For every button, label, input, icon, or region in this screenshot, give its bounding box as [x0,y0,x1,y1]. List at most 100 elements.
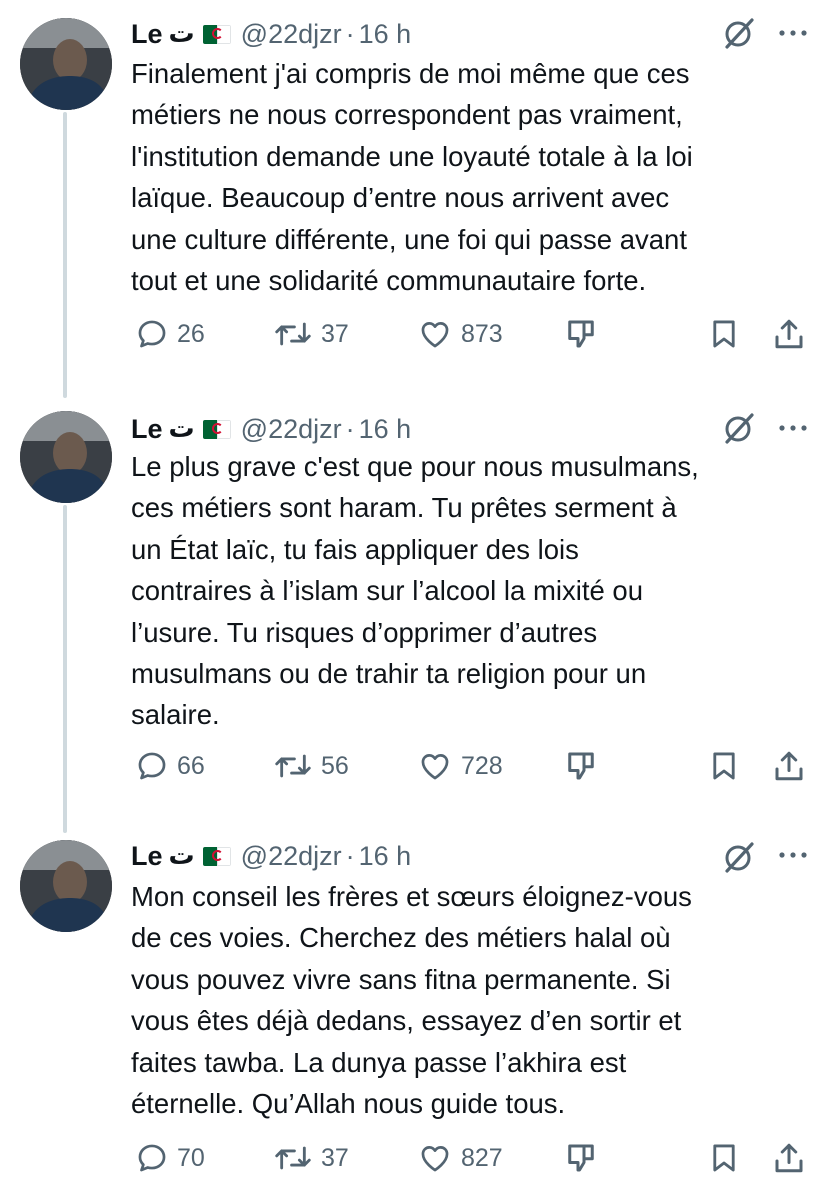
tweet-text-line: l’usure. Tu risques d’opprimer d’autres [131,616,598,648]
repost-icon [275,1146,311,1170]
separator: · [345,413,355,444]
author-name[interactable]: Le [131,414,163,445]
tweet-text-line: vous pouvez vivre sans fitna permanente.… [131,963,671,995]
tweet-text-line: Mon conseil les frères et sœurs éloignez… [131,881,692,912]
action-bar: 66 56 728 [131,746,831,786]
avatar[interactable] [20,411,112,503]
repost-button[interactable]: 37 [273,1138,349,1178]
like-button[interactable]: 728 [417,746,503,786]
like-count: 873 [461,319,503,348]
stats-button[interactable] [563,1138,599,1178]
author-name-arabic[interactable]: ت [169,841,195,871]
tweet-text-line: un État laïc, tu fais appliquer des lois [131,533,579,565]
reply-count: 70 [177,1143,205,1172]
bookmark-button[interactable] [707,1138,741,1178]
reply-icon [138,1144,166,1172]
reply-button[interactable]: 70 [135,1138,205,1178]
tweet-text-line: une culture différente, une foi qui pass… [131,223,687,255]
grok-icon[interactable] [722,16,756,50]
reply-count: 26 [177,319,205,348]
like-count: 728 [461,751,503,780]
like-count: 827 [461,1143,503,1172]
repost-button[interactable]: 37 [273,314,349,354]
stats-icon [568,320,594,348]
reply-button[interactable]: 26 [135,314,205,354]
tweet[interactable]: Le ت @22djzr · 16 h Le plus grave c'est … [0,395,831,830]
algeria-flag-icon [202,24,231,44]
bookmark-icon [713,752,735,780]
algeria-flag-icon [202,419,231,439]
timestamp[interactable]: 16 h [359,19,412,50]
author-name[interactable]: Le [131,19,163,50]
stats-icon [568,1144,594,1172]
author-name-arabic[interactable]: ت [169,19,195,49]
more-icon[interactable] [775,413,811,443]
tweet[interactable]: Le ت @22djzr · 16 h Finalement j'ai comp… [0,0,831,395]
repost-icon [275,754,311,778]
tweet-text-line: métiers ne nous correspondent pas vraime… [131,99,683,131]
separator: · [345,840,355,871]
avatar[interactable] [20,840,112,932]
timestamp[interactable]: 16 h [359,841,412,872]
reply-icon [138,752,166,780]
bookmark-icon [713,1144,735,1172]
share-button[interactable] [771,1138,807,1178]
tweet-text-line: l'institution demande une loyauté totale… [131,140,693,172]
author-handle[interactable]: @22djzr [241,414,342,445]
like-button[interactable]: 873 [417,314,503,354]
tweet-text-line: musulmans ou de trahir ta religion pour … [131,658,647,690]
tweet-text-line: ces métiers sont haram. Tu prêtes sermen… [131,492,677,524]
share-button[interactable] [771,314,807,354]
repost-count: 37 [321,319,349,348]
repost-button[interactable]: 56 [273,746,349,786]
reply-count: 66 [177,751,205,780]
repost-count: 37 [321,1143,349,1172]
more-icon[interactable] [775,840,811,870]
timestamp[interactable]: 16 h [359,414,412,445]
action-bar: 70 37 827 [131,1138,831,1178]
like-icon [421,322,449,348]
tweet-text-line: vous êtes déjà dedans, essayez d’en sort… [131,1005,682,1037]
repost-count: 56 [321,751,349,780]
algeria-flag-icon [202,846,231,866]
tweet-text-line: Le plus grave c'est que pour nous musulm… [131,451,699,482]
share-button[interactable] [771,746,807,786]
tweet-text-line: de ces voies. Cherchez des métiers halal… [131,922,671,954]
tweet-text-line: salaire. [131,699,220,731]
bookmark-icon [713,320,735,348]
more-icon[interactable] [775,18,811,48]
share-icon [775,751,803,781]
author-name[interactable]: Le [131,841,163,872]
stats-button[interactable] [563,746,599,786]
tweet-text-line: contraires à l’islam sur l’alcool la mix… [131,575,643,607]
tweet-text-line: tout et une solidarité communautaire for… [131,265,647,297]
repost-icon [275,322,311,346]
stats-icon [568,752,594,780]
like-icon [421,1146,449,1172]
avatar[interactable] [20,18,112,110]
tweet-text-line: Finalement j'ai compris de moi même que … [131,58,690,89]
grok-icon[interactable] [722,840,756,874]
tweet-text-line: faites tawba. La dunya passe l’akhira es… [131,1046,627,1078]
stats-button[interactable] [563,314,599,354]
tweet[interactable]: Le ت @22djzr · 16 h Mon conseil les frèr… [0,830,831,1200]
bookmark-button[interactable] [707,746,741,786]
like-icon [421,754,449,780]
author-handle[interactable]: @22djzr [241,19,342,50]
tweet-text-line: éternelle. Qu’Allah nous guide tous. [131,1088,566,1120]
tweet-text: Le plus grave c'est que pour nous musulm… [131,446,811,736]
tweet-text: Mon conseil les frères et sœurs éloignez… [131,876,811,1124]
tweet-text-line: laïque. Beaucoup d’entre nous arrivent a… [131,182,670,214]
share-icon [775,319,803,349]
reply-button[interactable]: 66 [135,746,205,786]
separator: · [345,18,355,49]
bookmark-button[interactable] [707,314,741,354]
tweet-text: Finalement j'ai compris de moi même que … [131,53,811,301]
share-icon [775,1143,803,1173]
grok-icon[interactable] [722,411,756,445]
action-bar: 26 37 873 [131,314,831,354]
like-button[interactable]: 827 [417,1138,503,1178]
author-name-arabic[interactable]: ت [169,414,195,444]
author-handle[interactable]: @22djzr [241,841,342,872]
reply-icon [138,320,166,348]
